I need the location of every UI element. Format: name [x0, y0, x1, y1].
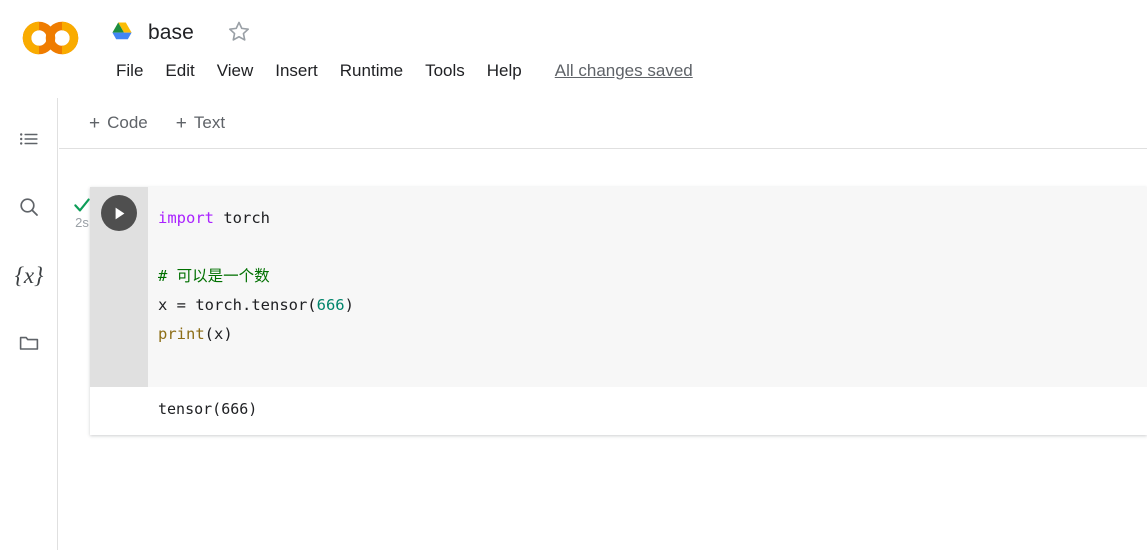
- plus-icon: +: [89, 112, 101, 134]
- menu-bar: File Edit View Insert Runtime Tools Help…: [105, 57, 693, 85]
- plus-icon: +: [175, 112, 187, 134]
- code-token-plain: torch: [214, 209, 270, 227]
- cell-execution-status: 2s: [67, 195, 97, 230]
- sidebar-item-files[interactable]: [12, 326, 46, 360]
- menu-item-help[interactable]: Help: [476, 57, 533, 85]
- code-token-plain: x = torch.tensor(: [158, 296, 317, 314]
- document-title[interactable]: base: [144, 19, 198, 46]
- code-cell-input-row: import torch # 可以是一个数 x = torch.tensor(66…: [90, 187, 1147, 387]
- save-status-link[interactable]: All changes saved: [555, 59, 693, 83]
- menu-item-edit[interactable]: Edit: [154, 57, 205, 85]
- code-token-builtin: print: [158, 325, 205, 343]
- run-cell-button[interactable]: [101, 195, 137, 231]
- colab-logo-icon[interactable]: [20, 16, 82, 60]
- notebook-cell-toolbar: + Code + Text: [59, 98, 1147, 149]
- menu-item-file[interactable]: File: [105, 57, 154, 85]
- code-token-comment: # 可以是一个数: [158, 267, 270, 285]
- code-cell-gutter: [90, 187, 148, 387]
- variables-icon: {x}: [14, 262, 44, 288]
- search-icon: [20, 198, 38, 216]
- menu-item-tools[interactable]: Tools: [414, 57, 476, 85]
- folder-icon: [19, 336, 39, 350]
- code-line: import torch: [158, 204, 1147, 233]
- code-token-num: 666: [316, 296, 345, 314]
- menu-item-runtime[interactable]: Runtime: [329, 57, 414, 85]
- sidebar-item-variables[interactable]: {x}: [12, 258, 46, 292]
- sidebar-item-table-of-contents[interactable]: [12, 122, 46, 156]
- menu-item-insert[interactable]: Insert: [264, 57, 329, 85]
- add-code-cell-label: Code: [107, 113, 148, 132]
- code-line: # 可以是一个数: [158, 262, 1147, 291]
- code-token-plain: ): [344, 296, 354, 314]
- code-token-kw: import: [158, 209, 214, 227]
- add-text-cell-button[interactable]: + Text: [170, 109, 231, 137]
- document-title-row: base: [110, 10, 252, 54]
- notebook-area: + Code + Text 2s import torch # 可以是一个数 x…: [59, 98, 1147, 550]
- code-cell[interactable]: import torch # 可以是一个数 x = torch.tensor(66…: [90, 187, 1147, 435]
- app-header: base File Edit View Insert Runtime Tools…: [0, 0, 1147, 98]
- sidebar-item-search[interactable]: [12, 190, 46, 224]
- menu-item-view[interactable]: View: [206, 57, 265, 85]
- colab-app: base File Edit View Insert Runtime Tools…: [0, 0, 1147, 550]
- code-cell-output: tensor(666): [90, 387, 1147, 435]
- code-line: print(x): [158, 320, 1147, 349]
- play-icon: [115, 207, 124, 219]
- colab-logo-svg: [22, 21, 79, 55]
- code-line: x = torch.tensor(666): [158, 291, 1147, 320]
- add-text-cell-label: Text: [193, 113, 226, 132]
- google-drive-icon: [112, 22, 132, 40]
- green-check-icon: [74, 198, 90, 212]
- code-editor[interactable]: import torch # 可以是一个数 x = torch.tensor(66…: [148, 187, 1147, 387]
- list-icon: [20, 133, 38, 145]
- star-outline-icon[interactable]: [226, 19, 252, 45]
- left-sidebar-rail: {x}: [0, 98, 58, 550]
- cell-execution-time: 2s: [75, 215, 89, 230]
- code-token-plain: (x): [204, 325, 233, 343]
- add-code-cell-button[interactable]: + Code: [83, 109, 154, 137]
